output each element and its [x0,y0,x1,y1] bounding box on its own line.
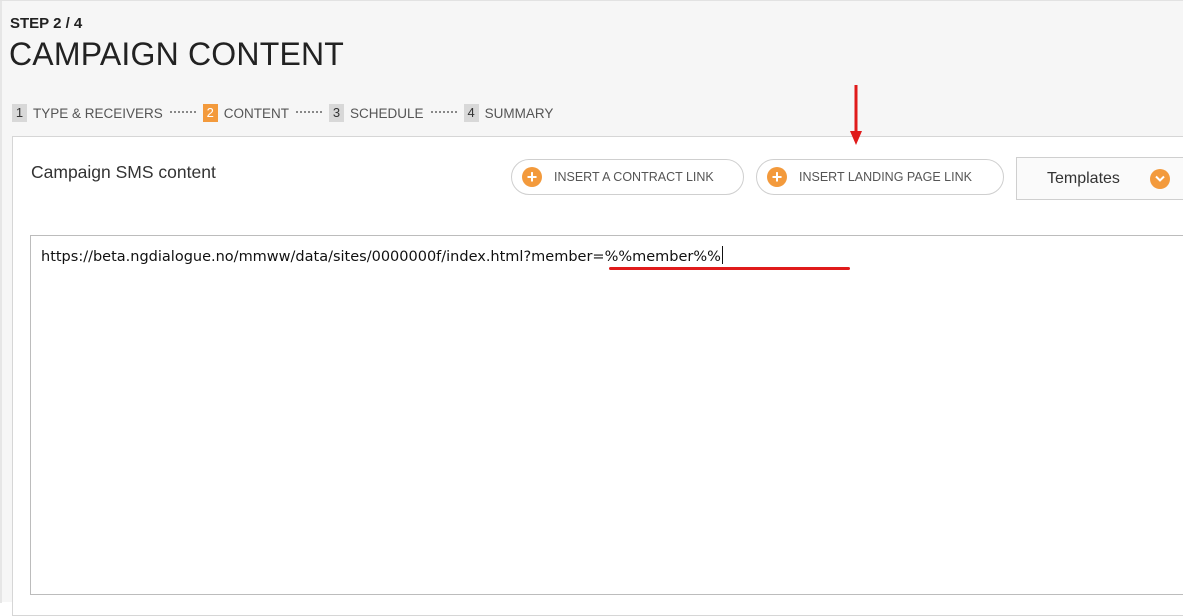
wizard-step-3-label[interactable]: SCHEDULE [350,106,424,121]
left-edge [0,1,2,603]
wizard-separator [169,111,196,113]
wizard-step-2-label[interactable]: CONTENT [224,106,289,121]
plus-circle-icon: + [767,167,787,187]
panel-title: Campaign SMS content [31,162,216,182]
wizard-step-1-label[interactable]: TYPE & RECEIVERS [33,106,163,121]
templates-dropdown[interactable]: Templates [1016,157,1183,200]
text-caret [721,246,723,264]
sms-content-panel: Campaign SMS content + INSERT A CONTRACT… [12,136,1183,616]
wizard-separator [296,111,323,113]
sms-content-textarea[interactable]: https://beta.ngdialogue.no/mmww/data/sit… [30,235,1183,595]
page: STEP 2 / 4 CAMPAIGN CONTENT 1 TYPE & REC… [0,0,1183,616]
page-title: CAMPAIGN CONTENT [9,36,345,72]
templates-label: Templates [1047,169,1120,187]
wizard-step-2-number: 2 [202,104,218,122]
insert-landing-page-link-label: INSERT LANDING PAGE LINK [799,170,972,184]
wizard-steps: 1 TYPE & RECEIVERS 2 CONTENT 3 SCHEDULE … [12,104,553,122]
chevron-down-icon [1150,169,1170,189]
wizard-separator [430,111,457,113]
wizard-step-3-number: 3 [329,104,345,122]
sms-content-text: https://beta.ngdialogue.no/mmww/data/sit… [41,249,721,265]
insert-contract-link-label: INSERT A CONTRACT LINK [554,170,714,184]
wizard-step-4-label[interactable]: SUMMARY [485,106,554,121]
step-indicator: STEP 2 / 4 [10,15,83,32]
red-arrow-down-icon [850,85,862,145]
wizard-step-4-number: 4 [463,104,479,122]
red-underline-annotation [609,267,850,270]
insert-landing-page-link-button[interactable]: + INSERT LANDING PAGE LINK [756,159,1004,195]
plus-circle-icon: + [522,167,542,187]
wizard-step-1-number: 1 [12,104,27,122]
insert-contract-link-button[interactable]: + INSERT A CONTRACT LINK [511,159,744,195]
